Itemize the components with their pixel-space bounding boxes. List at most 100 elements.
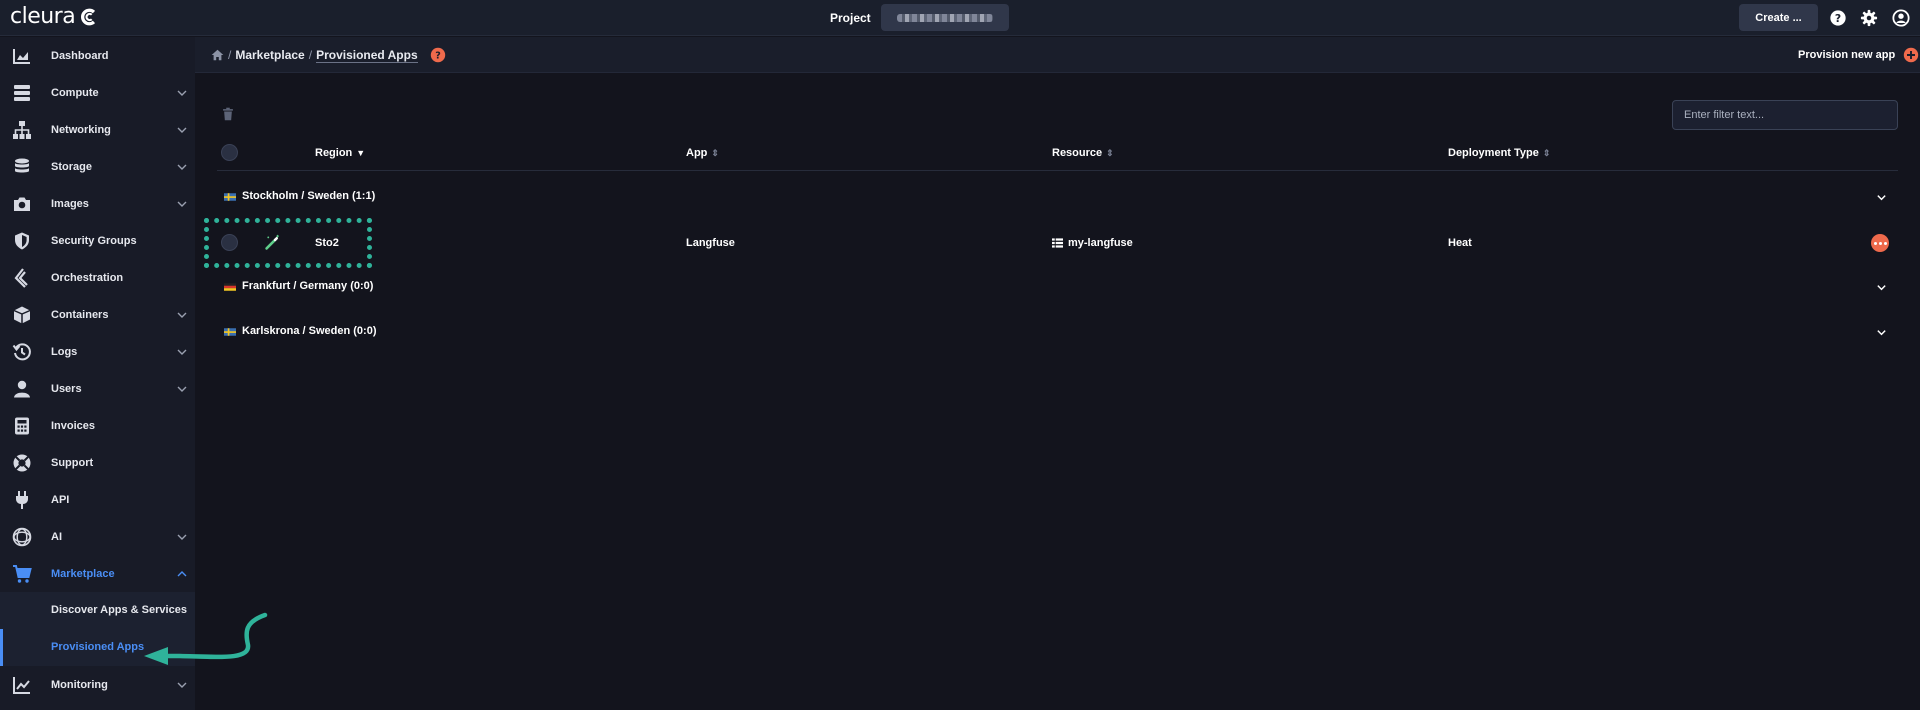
sidebar-item-logs[interactable]: Logs (0, 333, 195, 370)
region-group-label: Frankfurt / Germany (0:0) (242, 280, 374, 292)
sidebar-item-networking[interactable]: Networking (0, 111, 195, 148)
sort-icon: ⇕ (711, 147, 719, 158)
sidebar-item-users[interactable]: Users (0, 370, 195, 407)
column-label: Deployment Type (1448, 147, 1539, 159)
sidebar-item-label: Containers (51, 308, 109, 321)
sidebar-item-label: Security Groups (51, 234, 137, 247)
sidebar-item-label: Support (51, 456, 94, 469)
breadcrumb-provisioned-apps: Provisioned Apps (316, 47, 418, 63)
sweden-flag-icon (224, 328, 236, 336)
table-icon (1052, 238, 1063, 248)
orchestration-icon (14, 268, 28, 288)
gear-icon[interactable] (1860, 9, 1878, 27)
chevron-down-icon (177, 164, 187, 170)
sidebar-item-compute[interactable]: Compute (0, 74, 195, 111)
sidebar-item-support[interactable]: Support (0, 444, 195, 481)
monitoring-icon (13, 677, 30, 694)
region-group-karlskrona[interactable]: Karlskrona / Sweden (0:0) (217, 317, 1898, 347)
region-group-stockholm[interactable]: Stockholm / Sweden (1:1) (217, 182, 1898, 212)
sort-desc-icon: ▼ (356, 147, 366, 158)
camera-icon (14, 197, 30, 211)
help-circle-icon[interactable]: ? (430, 47, 446, 63)
sidebar-item-label: Compute (51, 86, 99, 99)
provision-new-app-button[interactable]: Provision new app (1798, 47, 1919, 63)
sidebar-item-label: Dashboard (51, 49, 109, 62)
cube-icon (13, 306, 31, 324)
history-icon (12, 343, 31, 361)
column-label: Resource (1052, 147, 1103, 159)
sidebar-item-orchestration[interactable]: Orchestration (0, 259, 195, 296)
sidebar-item-ai[interactable]: AI (0, 518, 195, 555)
sidebar-item-dashboard[interactable]: Dashboard (0, 37, 195, 74)
sidebar-subitem-label: Provisioned Apps (51, 641, 145, 653)
chevron-down-icon (177, 127, 187, 133)
project-name-redacted (896, 13, 993, 22)
sidebar-item-label: Users (51, 382, 82, 395)
sidebar-item-label: API (51, 493, 70, 506)
row-actions-button[interactable] (1871, 234, 1889, 252)
storage-icon (15, 158, 29, 173)
sidebar-item-images[interactable]: Images (0, 185, 195, 222)
column-header-region[interactable]: Region ▼ (315, 147, 365, 159)
create-button[interactable]: Create ... (1739, 4, 1818, 31)
sidebar-item-api[interactable]: API (0, 481, 195, 518)
logo[interactable]: cleura (10, 4, 98, 29)
sidebar-item-label: Logs (51, 345, 78, 358)
plus-circle-icon (1903, 47, 1919, 63)
breadcrumb-separator: / (228, 48, 232, 62)
breadcrumb-marketplace[interactable]: Marketplace (235, 48, 304, 62)
table-row[interactable]: Sto2 Langfuse my-langfuse Heat (217, 226, 1898, 260)
user-icon (14, 380, 30, 398)
chevron-down-icon (177, 201, 187, 207)
ai-icon (12, 527, 32, 547)
compute-icon (14, 85, 30, 101)
chevron-down-icon[interactable] (1876, 327, 1887, 338)
chevron-down-icon[interactable] (1876, 282, 1887, 293)
chevron-down-icon[interactable] (1876, 192, 1887, 203)
sidebar-item-security-groups[interactable]: Security Groups (0, 222, 195, 259)
project-dropdown[interactable] (880, 4, 1009, 31)
sidebar-item-containers[interactable]: Containers (0, 296, 195, 333)
annotation-arrow (144, 612, 268, 665)
cell-resource[interactable]: my-langfuse (1052, 237, 1133, 249)
table-header: Region ▼ App ⇕ Resource ⇕ Deployment Typ… (217, 137, 1898, 171)
svg-text:?: ? (1835, 12, 1841, 25)
column-label: App (686, 147, 708, 159)
sidebar-item-label: Orchestration (51, 271, 124, 284)
lifebuoy-icon (13, 454, 31, 472)
active-indicator (0, 629, 3, 666)
breadcrumb-separator: / (308, 48, 313, 62)
top-bar: cleura Project Create ... ? (0, 0, 1920, 36)
region-group-label: Karlskrona / Sweden (0:0) (242, 325, 377, 337)
dashboard-icon (13, 49, 30, 64)
user-icon[interactable] (1892, 9, 1910, 27)
column-label: Region (315, 147, 353, 159)
trash-icon[interactable] (221, 107, 235, 121)
sidebar-item-invoices[interactable]: Invoices (0, 407, 195, 444)
column-header-app[interactable]: App ⇕ (686, 147, 719, 159)
region-group-label: Stockholm / Sweden (1:1) (242, 190, 376, 202)
chevron-down-icon (177, 349, 187, 355)
chevron-down-icon (177, 682, 187, 688)
chevron-down-icon (177, 534, 187, 540)
plug-icon (16, 491, 28, 509)
home-icon[interactable] (211, 49, 224, 61)
help-icon[interactable]: ? (1829, 9, 1847, 27)
region-group-frankfurt[interactable]: Frankfurt / Germany (0:0) (217, 272, 1898, 302)
column-header-deployment-type[interactable]: Deployment Type ⇕ (1448, 147, 1550, 159)
select-all-radio[interactable] (221, 144, 238, 161)
chevron-up-icon (177, 571, 187, 577)
sidebar-item-label: Networking (51, 123, 111, 136)
sweden-flag-icon (224, 193, 236, 201)
resource-name: my-langfuse (1068, 237, 1133, 249)
filter-input[interactable] (1672, 100, 1898, 130)
sidebar-item-label: AI (51, 530, 62, 543)
breadcrumb-bar: / Marketplace / Provisioned Apps ? Provi… (195, 37, 1920, 73)
cell-app: Langfuse (686, 237, 735, 249)
svg-text:?: ? (435, 51, 441, 62)
sidebar-item-label: Monitoring (51, 678, 108, 691)
cleura-logo-icon (81, 8, 96, 25)
column-header-resource[interactable]: Resource ⇕ (1052, 147, 1114, 159)
sidebar-item-storage[interactable]: Storage (0, 148, 195, 185)
sidebar-item-marketplace[interactable]: Marketplace (0, 555, 195, 592)
